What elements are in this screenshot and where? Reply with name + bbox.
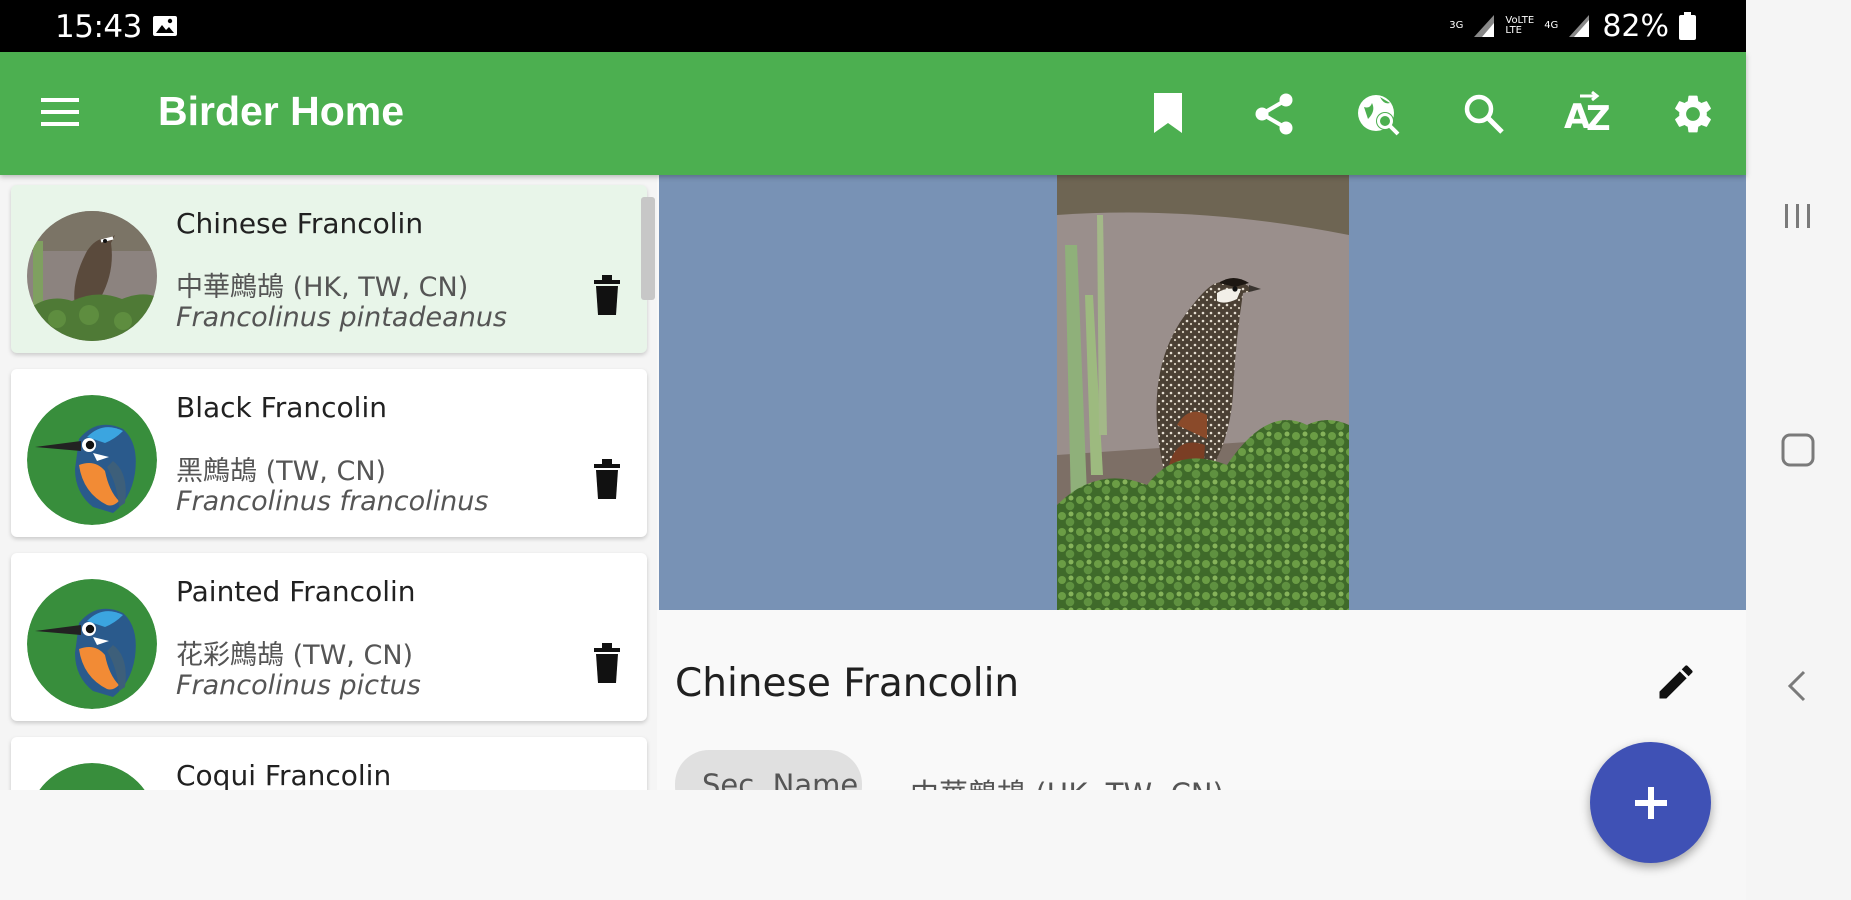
plus-icon — [1634, 786, 1667, 819]
trash-icon — [594, 459, 620, 499]
network-type-label-2: 4G — [1544, 20, 1559, 31]
bookmark-icon — [1154, 93, 1182, 133]
sec-name-value: 中華鷓鴣 (HK, TW, CN) — [910, 771, 1224, 790]
add-button[interactable] — [1590, 742, 1711, 863]
status-indicators: 3G VoLTE LTE 4G 82% — [1449, 8, 1696, 44]
search-icon — [1464, 94, 1504, 134]
bird-list-item[interactable]: Chinese Francolin 中華鷓鴣 (HK, TW, CN) Fran… — [11, 185, 647, 353]
bird-local-name: 中華鷓鴣 (HK, TW, CN) — [176, 272, 469, 303]
bird-scientific-name: Francolinus pintadeanus — [176, 302, 508, 333]
sec-name-chip[interactable]: Sec. Name — [675, 750, 862, 790]
bookmark-button[interactable] — [1142, 88, 1194, 140]
bird-list-item[interactable]: Painted Francolin 花彩鷓鴣 (TW, CN) Francoli… — [11, 553, 647, 721]
share-button[interactable] — [1248, 88, 1300, 140]
battery-icon — [1679, 12, 1696, 40]
bird-photo-avatar — [27, 211, 157, 341]
svg-text:Z: Z — [1586, 99, 1611, 138]
back-button[interactable] — [1772, 660, 1824, 712]
delete-button[interactable] — [579, 267, 635, 323]
bird-list[interactable]: Chinese Francolin 中華鷓鴣 (HK, TW, CN) Fran… — [0, 175, 657, 790]
bird-name: Black Francolin — [176, 391, 387, 424]
recent-apps-button[interactable] — [1772, 190, 1824, 242]
bird-list-item[interactable]: Black Francolin 黑鷓鴣 (TW, CN) Francolinus… — [11, 369, 647, 537]
sort-az-icon: AZ — [1564, 90, 1611, 138]
app-bar: Birder Home AZ — [0, 52, 1746, 175]
home-button[interactable] — [1772, 424, 1824, 476]
recent-apps-icon — [1785, 204, 1810, 228]
trash-icon — [594, 275, 620, 315]
volte-label-bottom: LTE — [1505, 25, 1522, 36]
bird-scientific-name: Francolinus francolinus — [176, 486, 489, 517]
bird-local-name: 黑鷓鴣 (TW, CN) — [176, 456, 387, 487]
signal-strength-icon-2 — [1568, 14, 1590, 38]
bird-local-name: 花彩鷓鴣 (TW, CN) — [176, 640, 414, 671]
delete-button[interactable] — [579, 635, 635, 691]
settings-icon — [1675, 95, 1711, 133]
list-scrollbar[interactable] — [641, 197, 655, 300]
battery-percent: 82% — [1602, 8, 1669, 44]
app-title: Birder Home — [158, 88, 405, 134]
detail-title: Chinese Francolin — [675, 661, 1020, 706]
bird-detail-pane: Chinese Francolin Sec. Name 中華鷓鴣 (HK, TW… — [657, 175, 1746, 790]
pencil-icon — [1659, 665, 1693, 699]
web-search-icon — [1358, 95, 1400, 136]
bird-name: Chinese Francolin — [176, 207, 424, 240]
status-bar: 15:43 3G VoLTE LTE 4G 82% — [0, 0, 1746, 52]
status-time: 15:43 — [55, 9, 142, 45]
menu-button[interactable] — [36, 90, 88, 134]
bird-list-item[interactable]: Coqui Francolin — [11, 737, 647, 790]
web-search-button[interactable] — [1353, 88, 1405, 140]
delete-button[interactable] — [579, 451, 635, 507]
settings-button[interactable] — [1667, 88, 1719, 140]
bird-name: Painted Francolin — [176, 575, 416, 608]
volte-label: VoLTE LTE — [1505, 16, 1534, 36]
kingfisher-icon — [27, 395, 157, 525]
trash-icon — [594, 643, 620, 683]
kingfisher-icon — [27, 763, 157, 790]
app-screen: 15:43 3G VoLTE LTE 4G 82% Birder Home A … — [0, 0, 1851, 900]
search-button[interactable] — [1458, 88, 1510, 140]
back-icon — [1787, 670, 1806, 702]
bird-photo[interactable] — [1057, 175, 1349, 610]
signal-strength-icon — [1473, 14, 1495, 38]
photo-background — [659, 175, 1746, 610]
hamburger-icon — [41, 98, 79, 126]
network-type-label: 3G — [1449, 20, 1464, 31]
system-nav-bar — [1746, 0, 1851, 900]
sec-name-chip-label: Sec. Name — [702, 768, 859, 790]
share-icon — [1255, 93, 1293, 135]
home-icon — [1781, 433, 1815, 467]
edit-button[interactable] — [1648, 654, 1704, 710]
kingfisher-icon — [27, 579, 157, 709]
bird-scientific-name: Francolinus pictus — [176, 670, 421, 701]
sort-az-button[interactable]: AZ — [1562, 88, 1614, 140]
gallery-notification-icon — [152, 14, 178, 38]
bird-name: Coqui Francolin — [176, 759, 392, 790]
